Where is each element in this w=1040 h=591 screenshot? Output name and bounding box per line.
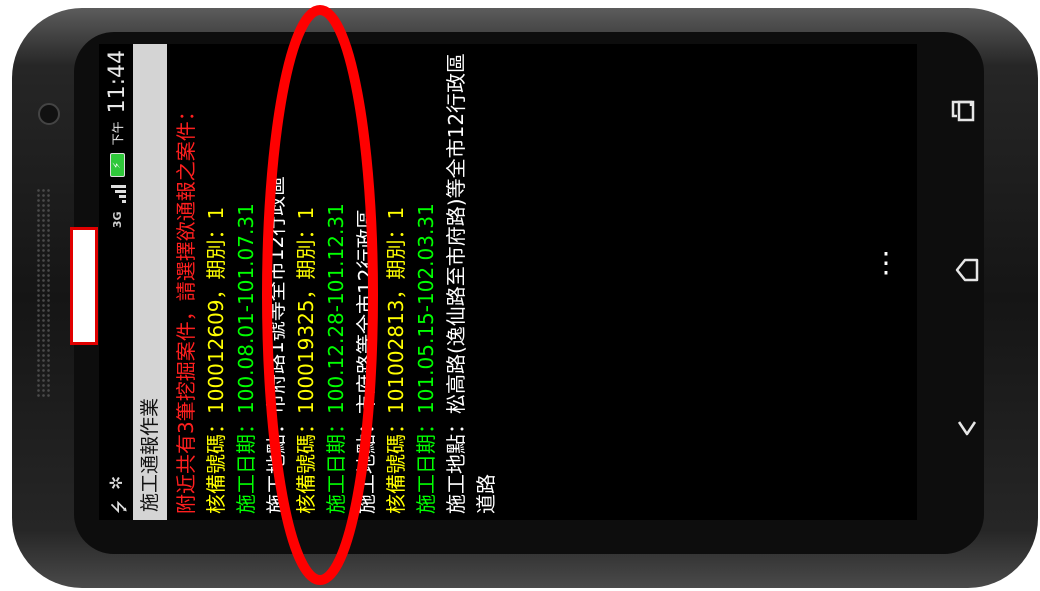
annotation-ellipse	[262, 5, 378, 585]
